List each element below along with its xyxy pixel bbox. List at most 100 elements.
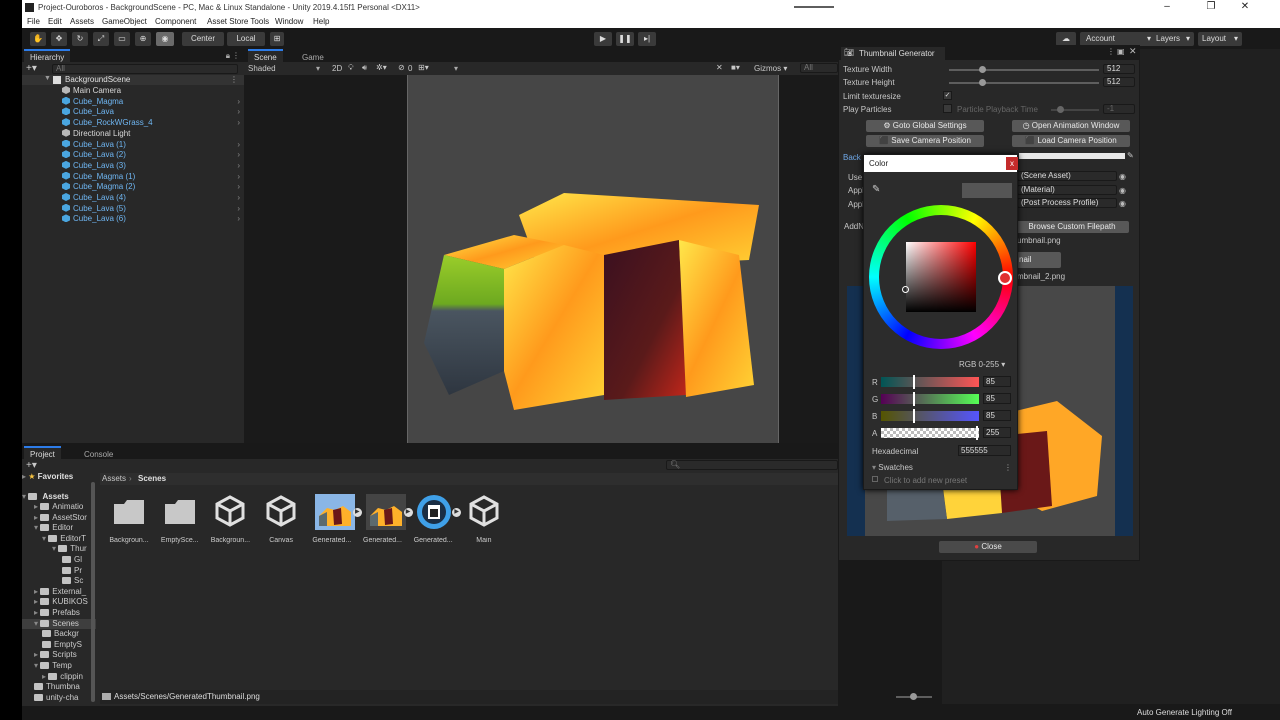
generate-thumbnail-button[interactable]: nail bbox=[1017, 252, 1061, 268]
chevron-right-icon[interactable]: › bbox=[237, 193, 240, 203]
layout-dropdown[interactable]: Layout ▾ bbox=[1198, 32, 1242, 46]
swatches-menu-icon[interactable]: ⋮ bbox=[1004, 463, 1012, 472]
hidden-objects-icon[interactable]: ⊘ bbox=[398, 63, 405, 72]
folder-icon[interactable] bbox=[163, 494, 197, 530]
shading-dropdown[interactable]: Shaded bbox=[248, 64, 276, 73]
g-slider-handle[interactable] bbox=[913, 392, 915, 406]
r-field[interactable]: 85 bbox=[983, 376, 1011, 387]
texture-width-field[interactable]: 512 bbox=[1103, 64, 1135, 74]
tg-menu-icon[interactable]: ⋮ bbox=[1107, 47, 1115, 56]
material-field[interactable]: (Material) bbox=[1017, 185, 1117, 195]
chevron-right-icon[interactable]: › bbox=[237, 214, 240, 224]
particle-playback-knob[interactable] bbox=[1057, 106, 1064, 113]
b-field[interactable]: 85 bbox=[983, 410, 1011, 421]
menu-window[interactable]: Window bbox=[275, 17, 303, 26]
particle-playback-field[interactable]: -1 bbox=[1103, 104, 1135, 114]
folder-icon[interactable] bbox=[112, 494, 146, 530]
minimize-icon[interactable]: – bbox=[1152, 1, 1182, 12]
a-slider-handle[interactable] bbox=[976, 426, 978, 440]
r-slider[interactable] bbox=[881, 377, 979, 387]
chevron-right-icon[interactable]: › bbox=[237, 140, 240, 150]
hand-tool-icon[interactable]: ✋ bbox=[30, 32, 46, 46]
tree-folder-item[interactable]: Thumbna bbox=[22, 682, 96, 692]
eyedropper-icon[interactable]: ✎ bbox=[872, 184, 880, 195]
hex-field[interactable]: 555555 bbox=[958, 445, 1011, 456]
camera-icon[interactable]: ■▾ bbox=[731, 63, 740, 72]
pause-button[interactable]: ❚❚ bbox=[616, 32, 634, 46]
tab-scene[interactable]: Scene bbox=[248, 49, 283, 62]
g-field[interactable]: 85 bbox=[983, 393, 1011, 404]
play-button[interactable]: ▶ bbox=[594, 32, 612, 46]
browse-custom-filepath-button[interactable]: Browse Custom Filepath bbox=[1015, 221, 1129, 233]
sv-cursor[interactable] bbox=[902, 286, 909, 293]
texture-height-field[interactable]: 512 bbox=[1103, 77, 1135, 87]
menu-help[interactable]: Help bbox=[313, 17, 329, 26]
scene-menu-icon[interactable]: ⋮ bbox=[230, 75, 238, 84]
thumbnail-image-icon[interactable]: ▶ bbox=[314, 494, 362, 530]
texture-width-slider[interactable] bbox=[949, 69, 1099, 71]
hierarchy-item[interactable]: Cube_Lava (4) › bbox=[22, 193, 244, 203]
project-search-input[interactable]: 🔍︎ bbox=[666, 460, 838, 470]
hierarchy-item[interactable]: Cube_RockWGrass_4 › bbox=[22, 118, 244, 128]
pivot-local-button[interactable]: Local bbox=[227, 32, 265, 46]
expand-arrow-icon[interactable]: ▼ bbox=[44, 75, 51, 82]
step-button[interactable]: ▸| bbox=[638, 32, 656, 46]
create-plus-icon[interactable]: +▾ bbox=[26, 460, 37, 471]
scene-viewport[interactable] bbox=[244, 75, 838, 443]
hierarchy-scene-row[interactable]: ▼ BackgroundScene ⋮ bbox=[22, 75, 244, 85]
chevron-right-icon[interactable]: › bbox=[237, 172, 240, 182]
chevron-right-icon[interactable]: › bbox=[237, 107, 240, 117]
rect-tool-icon[interactable]: ▭ bbox=[114, 32, 130, 46]
breadcrumb-assets[interactable]: Assets bbox=[102, 474, 126, 483]
grid-snap-icon[interactable]: ⊞ bbox=[270, 32, 284, 46]
open-animation-window-button[interactable]: ◷ Open Animation Window bbox=[1012, 120, 1130, 132]
tree-folder-item[interactable]: Gl bbox=[22, 555, 96, 565]
hierarchy-item[interactable]: Main Camera bbox=[22, 86, 244, 96]
texture-height-slider[interactable] bbox=[949, 82, 1099, 84]
eyedropper-icon[interactable]: ✎ bbox=[1127, 151, 1134, 160]
add-preset-text[interactable]: Click to add new preset bbox=[884, 476, 967, 485]
tree-scrollbar[interactable] bbox=[91, 482, 95, 702]
g-slider[interactable] bbox=[881, 394, 979, 404]
r-slider-handle[interactable] bbox=[913, 375, 915, 389]
create-plus-icon[interactable]: +▾ bbox=[26, 63, 37, 74]
hierarchy-item[interactable]: Cube_Lava (2) › bbox=[22, 150, 244, 160]
tree-folder-item[interactable]: ▸ Animatio bbox=[22, 502, 96, 512]
load-camera-position-button[interactable]: ⬛ Load Camera Position bbox=[1012, 135, 1130, 147]
texture-height-knob[interactable] bbox=[979, 79, 986, 86]
close-window-icon[interactable]: ✕ bbox=[1230, 1, 1260, 12]
unity-scene-icon[interactable] bbox=[213, 494, 247, 530]
tree-folder-item[interactable]: Backgr bbox=[22, 629, 96, 639]
chevron-right-icon[interactable]: › bbox=[237, 204, 240, 214]
gizmos-dropdown[interactable]: Gizmos ▾ bbox=[754, 64, 787, 73]
thumbnail-image-icon[interactable]: ▶ bbox=[365, 494, 413, 530]
tree-folder-item[interactable]: ▸ KUBIKOS bbox=[22, 597, 96, 607]
close-button[interactable]: ● Close bbox=[939, 541, 1037, 553]
b-slider[interactable] bbox=[881, 411, 979, 421]
tab-hierarchy[interactable]: Hierarchy bbox=[24, 49, 71, 62]
a-slider[interactable] bbox=[881, 428, 979, 438]
icon-size-slider-knob[interactable] bbox=[910, 693, 917, 700]
scale-tool-icon[interactable]: ⤢ bbox=[93, 32, 109, 46]
cloud-icon[interactable]: ☁ bbox=[1056, 32, 1076, 46]
tree-folder-item[interactable]: unity-cha bbox=[22, 693, 96, 703]
light-icon[interactable]: 💡︎ bbox=[348, 63, 354, 73]
tree-folder-item[interactable]: ▸ Prefabs bbox=[22, 608, 96, 618]
scene-search-input[interactable]: All bbox=[800, 63, 838, 73]
color-mode-dropdown[interactable]: RGB 0-255 ▾ bbox=[959, 360, 1005, 369]
background-foldout[interactable]: Back bbox=[843, 153, 861, 162]
effects-icon[interactable]: ✲▾ bbox=[376, 63, 387, 72]
maximize-icon[interactable]: ❐ bbox=[1196, 1, 1226, 12]
menu-file[interactable]: File bbox=[27, 17, 40, 26]
save-camera-position-button[interactable]: ⬛ Save Camera Position bbox=[866, 135, 984, 147]
tg-tab[interactable]: 📷︎ Thumbnail Generator bbox=[841, 47, 945, 60]
play-particles-checkbox[interactable] bbox=[943, 104, 952, 113]
tools-icon[interactable]: ✕ bbox=[716, 63, 723, 72]
layers-dropdown[interactable]: Layers ▾ bbox=[1152, 32, 1194, 46]
tab-project[interactable]: Project bbox=[24, 446, 61, 459]
audio-icon[interactable]: 🔊︎ bbox=[362, 63, 367, 73]
tree-folder-item[interactable]: EmptyS bbox=[22, 640, 96, 650]
mode-2d-toggle[interactable]: 2D bbox=[332, 64, 342, 73]
hierarchy-item[interactable]: Directional Light bbox=[22, 128, 244, 139]
generated-icon[interactable]: ▶ bbox=[416, 494, 462, 530]
